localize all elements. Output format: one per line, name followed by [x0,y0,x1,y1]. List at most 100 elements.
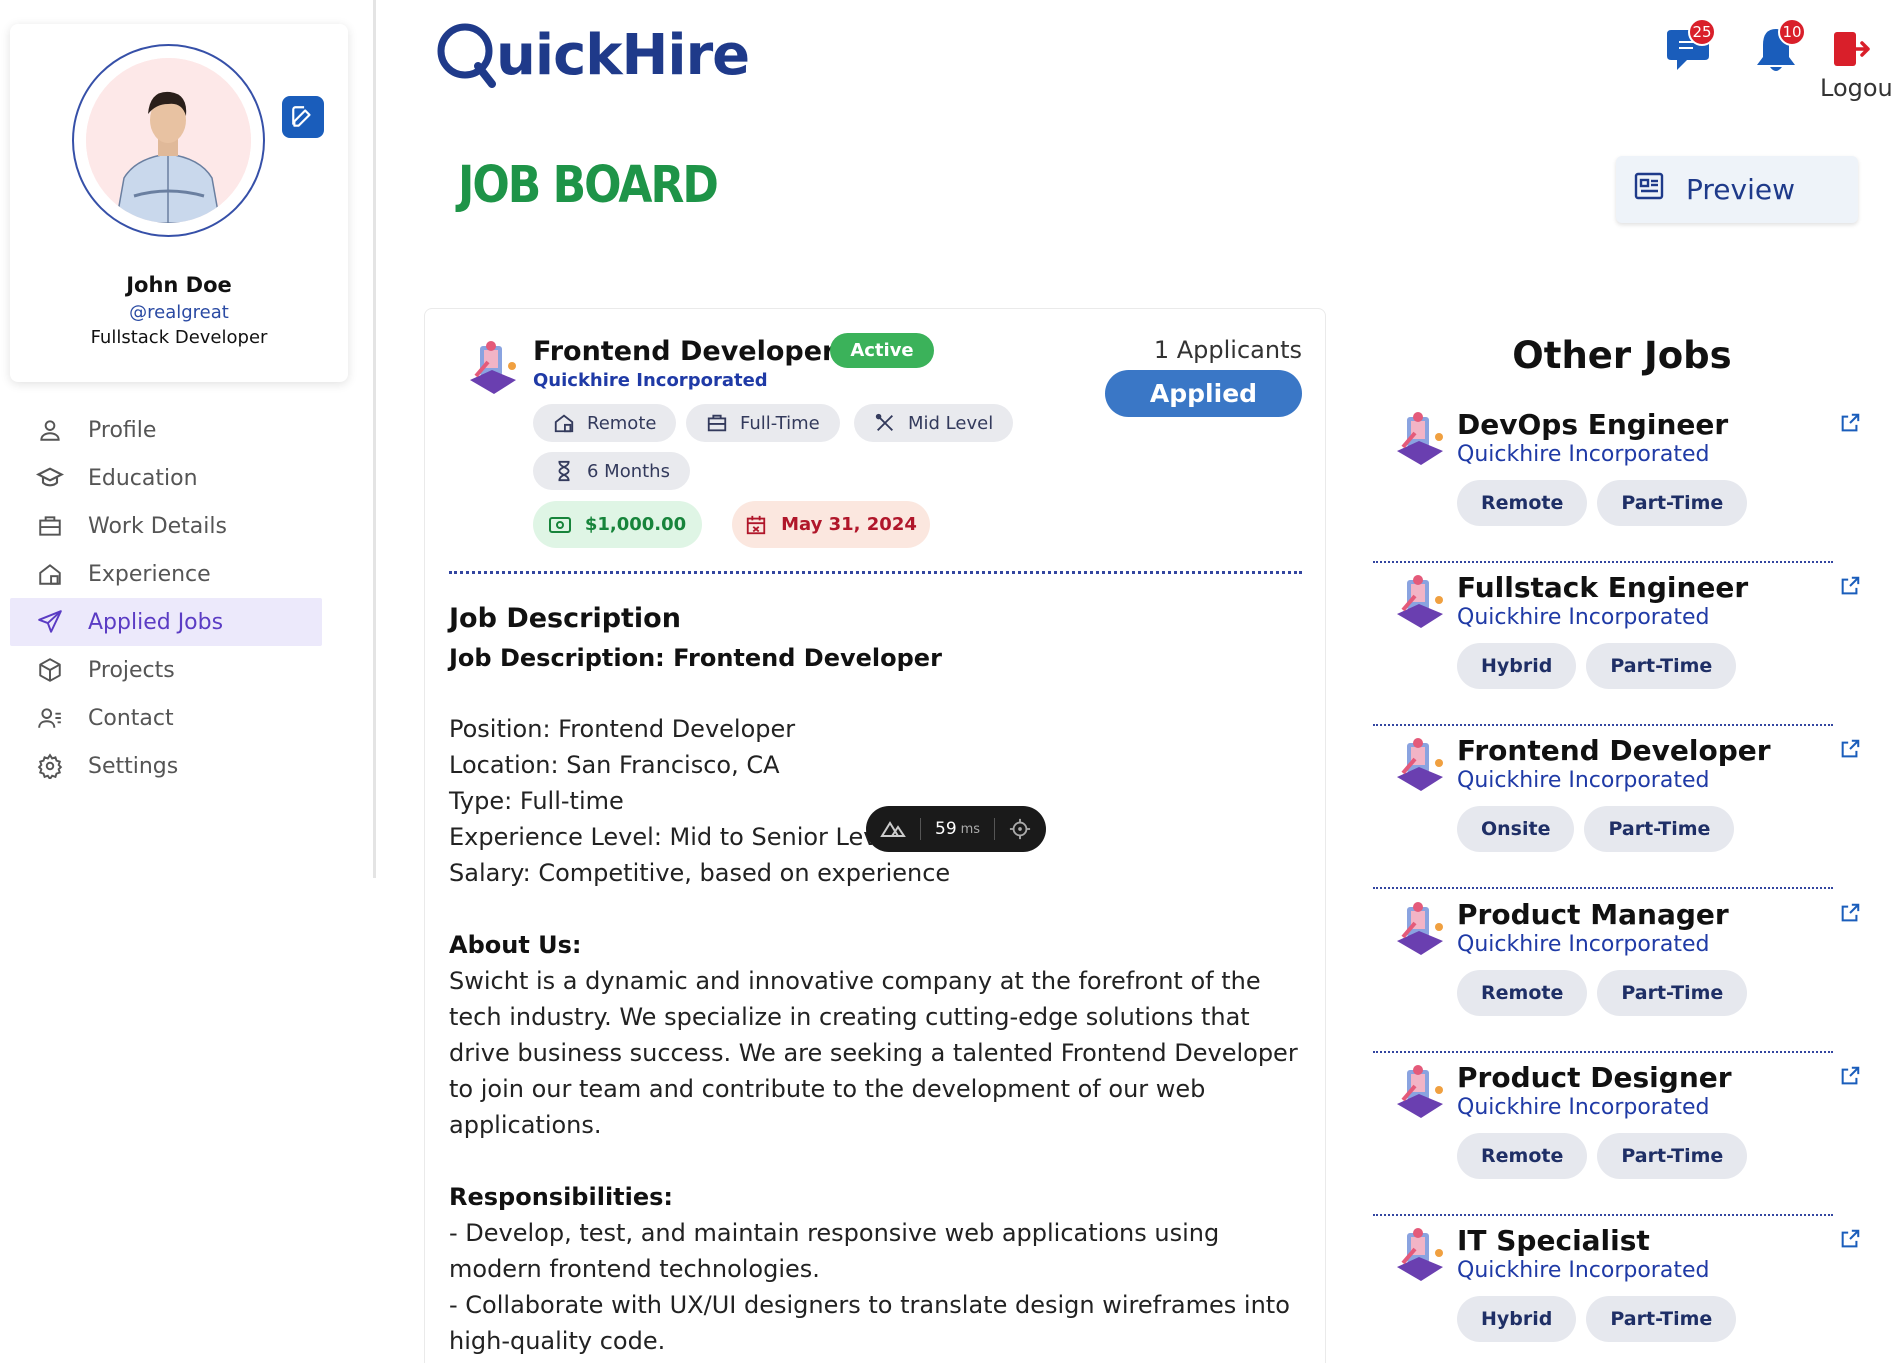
external-link-icon[interactable] [1839,1228,1861,1254]
chip-label: Full-Time [740,412,820,434]
other-job-company[interactable]: Quickhire Incorporated [1457,1258,1709,1283]
crosshair-icon [1009,818,1031,840]
graduation-cap-icon [34,462,66,494]
other-job-company[interactable]: Quickhire Incorporated [1457,768,1709,793]
edit-profile-button[interactable] [282,96,324,138]
messages-count-badge: 25 [1688,18,1716,46]
job-description: Job Description Job Description: Fronten… [449,597,1309,1359]
other-job-title[interactable]: Fullstack Engineer [1457,571,1748,604]
job-tag: Remote [1457,970,1588,1016]
other-job-tags: Hybrid Part-Time [1457,1296,1737,1342]
external-link-icon[interactable] [1839,738,1861,764]
job-tag: Part-Time [1586,643,1737,689]
sidebar-item-profile[interactable]: Profile [10,406,322,454]
sidebar-item-experience[interactable]: Experience [10,550,322,598]
sidebar-item-applied-jobs[interactable]: Applied Jobs [10,598,322,646]
hourglass-icon [553,460,575,482]
sidebar-item-education[interactable]: Education [10,454,322,502]
responsibilities-heading: Responsibilities: [449,1183,674,1211]
job-tag: Part-Time [1586,1296,1737,1342]
other-job-tags: Remote Part-Time [1457,480,1748,526]
applied-button[interactable]: Applied [1105,370,1302,417]
sidebar-item-label: Work Details [88,513,227,539]
sidebar-item-label: Experience [88,561,211,587]
job-tag: Part-Time [1597,970,1748,1016]
house-icon [34,558,66,590]
company-logo [1395,736,1447,794]
profile-handle: @realgreat [129,302,229,323]
messages-button[interactable]: 25 [1660,18,1716,78]
chip-label: Mid Level [908,412,994,434]
avatar [86,58,251,223]
external-link-icon[interactable] [1839,575,1861,601]
other-job-title[interactable]: DevOps Engineer [1457,408,1728,441]
about-text: Swicht is a dynamic and innovative compa… [449,967,1298,1139]
company-logo [1395,573,1447,631]
other-job-company[interactable]: Quickhire Incorporated [1457,605,1709,630]
sidebar-item-label: Applied Jobs [88,609,224,635]
company-logo [1395,1226,1447,1284]
sidebar-item-label: Projects [88,657,175,683]
other-job-tags: Onsite Part-Time [1457,806,1735,852]
sidebar-item-label: Education [88,465,198,491]
perf-value: 59 [935,819,957,839]
other-job-tags: Remote Part-Time [1457,1133,1748,1179]
logout-button[interactable] [1828,26,1874,72]
other-job-title[interactable]: Frontend Developer [1457,734,1771,767]
other-job-company[interactable]: Quickhire Incorporated [1457,442,1709,467]
external-link-icon[interactable] [1839,412,1861,438]
company-logo [1395,410,1447,468]
job-tag: Part-Time [1597,480,1748,526]
profile-name: John Doe [126,273,232,297]
job-tag: Part-Time [1597,1133,1748,1179]
other-job-company[interactable]: Quickhire Incorporated [1457,1095,1709,1120]
responsibility-item: - Develop, test, and maintain responsive… [449,1219,1220,1283]
other-job-title[interactable]: Product Manager [1457,898,1729,931]
house-icon [553,412,575,434]
other-job-item[interactable]: Frontend Developer Quickhire Incorporated… [1373,726,1860,889]
company-logo [1395,1063,1447,1121]
chip-location-type: Remote [533,404,677,442]
perf-unit: ms [960,821,981,837]
other-job-item[interactable]: Fullstack Engineer Quickhire Incorporated… [1373,563,1860,726]
salary-chip: $1,000.00 [533,501,702,548]
description-subheading: Job Description: Frontend Developer [449,644,942,672]
other-job-tags: Hybrid Part-Time [1457,643,1737,689]
logout-label[interactable]: Logou [1820,74,1893,102]
preview-button[interactable]: Preview [1616,156,1858,223]
preview-icon [1634,172,1664,207]
external-link-icon[interactable] [1839,902,1861,928]
sidebar-nav: Profile Education Work Details Experienc… [10,406,322,790]
notifications-count-badge: 10 [1778,18,1806,46]
other-job-item[interactable]: IT Specialist Quickhire Incorporated Hybri… [1373,1216,1860,1363]
section-divider [449,571,1302,574]
other-job-title[interactable]: Product Designer [1457,1061,1732,1094]
deadline-chip: May 31, 2024 [732,501,930,548]
sidebar-item-contact[interactable]: Contact [10,694,322,742]
applicants-count: 1 Applicants [1153,336,1302,364]
job-tag: Part-Time [1584,806,1735,852]
box-icon [34,654,66,686]
other-job-item[interactable]: Product Manager Quickhire Incorporated Rem… [1373,890,1860,1053]
other-job-tags: Remote Part-Time [1457,970,1748,1016]
other-job-item[interactable]: DevOps Engineer Quickhire Incorporated Rem… [1373,400,1860,563]
company-logo [468,340,520,400]
perf-overlay[interactable]: 59 ms [866,806,1046,852]
tools-icon [874,412,896,434]
other-job-title[interactable]: IT Specialist [1457,1224,1650,1257]
deadline-value: May 31, 2024 [781,514,917,535]
sidebar-item-projects[interactable]: Projects [10,646,322,694]
app-logo[interactable]: uickHire Q [436,22,749,88]
contact-icon [34,702,66,734]
sidebar-item-work-details[interactable]: Work Details [10,502,322,550]
chip-label: Remote [587,412,657,434]
other-job-company[interactable]: Quickhire Incorporated [1457,932,1709,957]
job-company[interactable]: Quickhire Incorporated [533,370,768,391]
other-job-item[interactable]: Product Designer Quickhire Incorporated Re… [1373,1053,1860,1216]
money-icon [548,516,571,534]
external-link-icon[interactable] [1839,1065,1861,1091]
job-tag: Hybrid [1457,1296,1577,1342]
notifications-button[interactable]: 10 [1748,18,1806,78]
sidebar-item-settings[interactable]: Settings [10,742,322,790]
user-icon [34,414,66,446]
